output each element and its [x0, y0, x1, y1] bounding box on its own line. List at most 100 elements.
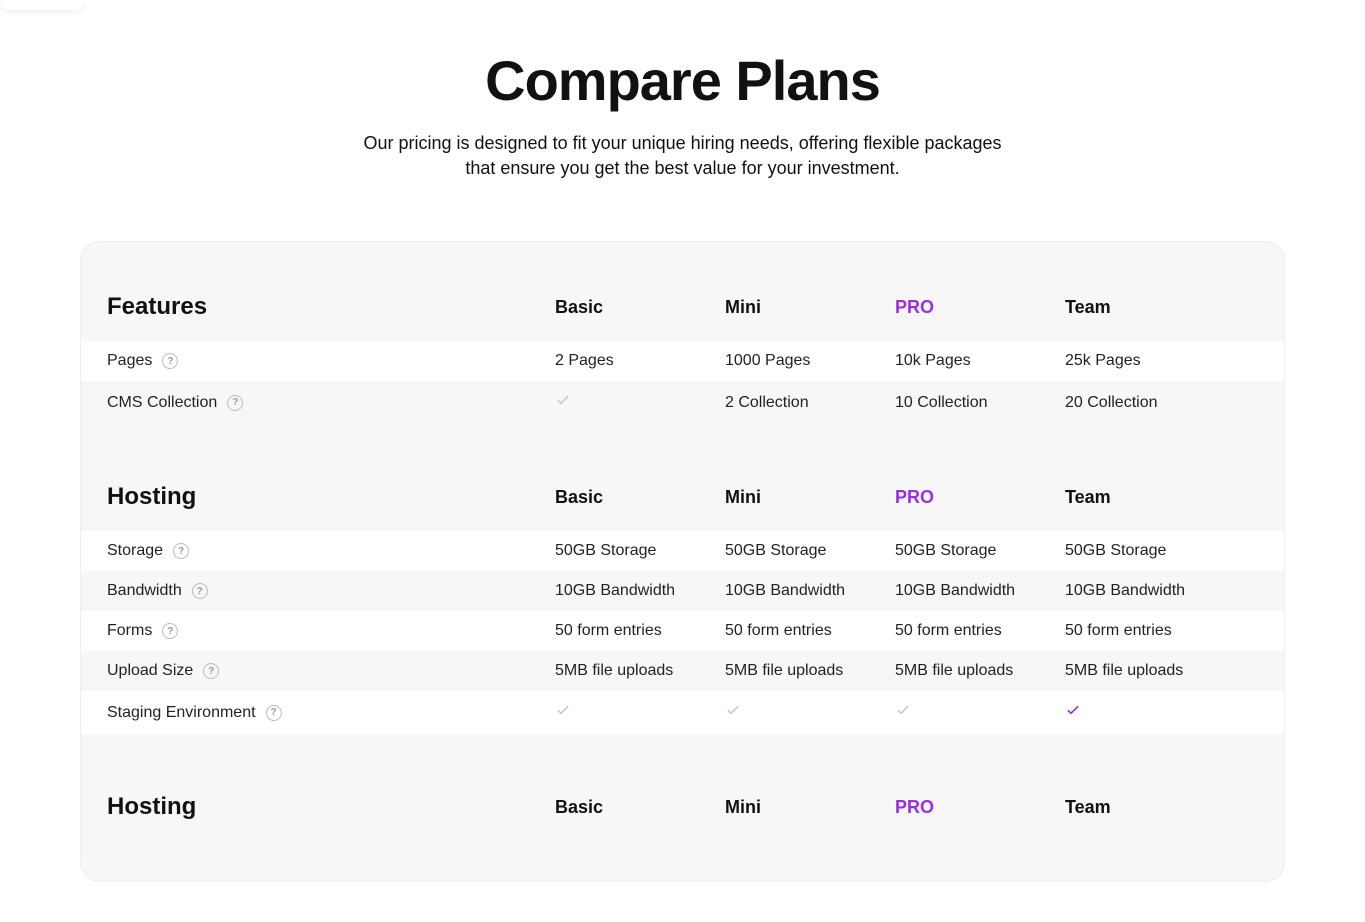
feature-row: Storage?50GB Storage50GB Storage50GB Sto…	[81, 531, 1284, 571]
feature-cell: 50GB Storage	[555, 542, 725, 560]
help-icon[interactable]: ?	[227, 395, 243, 411]
feature-cell: 25k Pages	[1065, 352, 1235, 370]
plan-header: PRO	[895, 797, 1065, 818]
feature-cell: 10GB Bandwidth	[555, 582, 725, 600]
feature-row: Staging Environment?	[81, 691, 1284, 734]
feature-cell: 10k Pages	[895, 352, 1065, 370]
feature-cell: 1000 Pages	[725, 352, 895, 370]
check-icon	[725, 702, 741, 718]
feature-cell: 50GB Storage	[1065, 542, 1235, 560]
cell-value: 50GB Storage	[1065, 542, 1166, 559]
feature-cell: 2 Collection	[725, 394, 895, 412]
feature-cell: 50 form entries	[725, 622, 895, 640]
feature-cell: 10GB Bandwidth	[1065, 582, 1235, 600]
feature-cell	[1065, 702, 1235, 723]
cell-value: 50GB Storage	[895, 542, 996, 559]
plan-header: Mini	[725, 797, 895, 818]
feature-cell	[555, 702, 725, 723]
feature-cell: 10GB Bandwidth	[725, 582, 895, 600]
feature-label: Bandwidth?	[95, 582, 555, 600]
help-icon[interactable]: ?	[162, 353, 178, 369]
cell-value: 5MB file uploads	[555, 662, 673, 679]
cell-value: 2 Pages	[555, 352, 614, 369]
plan-header: PRO	[895, 487, 1065, 508]
page-header: Compare Plans Our pricing is designed to…	[0, 0, 1365, 241]
feature-cell	[895, 702, 1065, 723]
plan-header: Mini	[725, 297, 895, 318]
cell-value: 50GB Storage	[725, 542, 826, 559]
feature-cell: 50GB Storage	[895, 542, 1065, 560]
help-icon[interactable]: ?	[173, 543, 189, 559]
feature-cell: 5MB file uploads	[555, 662, 725, 680]
feature-cell	[555, 392, 725, 413]
cell-value: 10GB Bandwidth	[895, 582, 1015, 599]
floating-badge	[0, 0, 84, 10]
plan-header: Basic	[555, 487, 725, 508]
plan-header: Basic	[555, 797, 725, 818]
plan-header: Team	[1065, 297, 1235, 318]
help-icon[interactable]: ?	[162, 623, 178, 639]
help-icon[interactable]: ?	[192, 583, 208, 599]
help-icon[interactable]: ?	[203, 663, 219, 679]
section-title: Hosting	[95, 793, 555, 821]
cell-value: 5MB file uploads	[1065, 662, 1183, 679]
feature-cell	[725, 702, 895, 723]
cell-value: 10GB Bandwidth	[555, 582, 675, 599]
cell-value: 50 form entries	[725, 622, 832, 639]
plan-header: PRO	[895, 297, 1065, 318]
feature-label: Upload Size?	[95, 662, 555, 680]
feature-label: Forms?	[95, 622, 555, 640]
cell-value: 10 Collection	[895, 394, 988, 411]
feature-cell: 5MB file uploads	[725, 662, 895, 680]
page-title: Compare Plans	[20, 48, 1345, 113]
cell-value: 50 form entries	[895, 622, 1002, 639]
cell-value: 2 Collection	[725, 394, 809, 411]
section-title: Features	[95, 293, 555, 321]
feature-row: Bandwidth?10GB Bandwidth10GB Bandwidth10…	[81, 571, 1284, 611]
feature-cell: 20 Collection	[1065, 394, 1235, 412]
page-subtitle: Our pricing is designed to fit your uniq…	[353, 131, 1013, 181]
check-icon	[895, 702, 911, 718]
feature-label: Storage?	[95, 542, 555, 560]
feature-cell: 2 Pages	[555, 352, 725, 370]
check-icon	[555, 392, 571, 408]
section: HostingBasicMiniPROTeamStorage?50GB Stor…	[81, 472, 1284, 734]
check-icon	[555, 702, 571, 718]
feature-label: CMS Collection?	[95, 394, 555, 412]
section-header-row: HostingBasicMiniPROTeam	[81, 782, 1284, 841]
feature-cell: 50 form entries	[895, 622, 1065, 640]
cell-value: 5MB file uploads	[725, 662, 843, 679]
feature-cell: 5MB file uploads	[895, 662, 1065, 680]
feature-cell: 10 Collection	[895, 394, 1065, 412]
feature-cell: 50 form entries	[1065, 622, 1235, 640]
plan-header: Basic	[555, 297, 725, 318]
section: HostingBasicMiniPROTeam	[81, 782, 1284, 841]
section-header-row: HostingBasicMiniPROTeam	[81, 472, 1284, 531]
comparison-card: FeaturesBasicMiniPROTeamPages?2 Pages100…	[80, 241, 1285, 882]
feature-cell: 50 form entries	[555, 622, 725, 640]
feature-cell: 10GB Bandwidth	[895, 582, 1065, 600]
feature-cell: 5MB file uploads	[1065, 662, 1235, 680]
plan-header: Team	[1065, 487, 1235, 508]
cell-value: 10k Pages	[895, 352, 971, 369]
feature-row: Pages?2 Pages 1000 Pages 10k Pages 25k Page…	[81, 341, 1284, 381]
feature-label: Staging Environment?	[95, 704, 555, 722]
section-header-row: FeaturesBasicMiniPROTeam	[81, 282, 1284, 341]
help-icon[interactable]: ?	[266, 705, 282, 721]
feature-row: CMS Collection? 2 Collection 10 Collection…	[81, 381, 1284, 424]
plan-header: Team	[1065, 797, 1235, 818]
feature-cell: 50GB Storage	[725, 542, 895, 560]
feature-row: Upload Size?5MB file uploads5MB file upl…	[81, 651, 1284, 691]
cell-value: 10GB Bandwidth	[1065, 582, 1185, 599]
cell-value: 1000 Pages	[725, 352, 810, 369]
check-icon	[1065, 702, 1081, 718]
cell-value: 10GB Bandwidth	[725, 582, 845, 599]
cell-value: 5MB file uploads	[895, 662, 1013, 679]
section-title: Hosting	[95, 483, 555, 511]
cell-value: 50 form entries	[1065, 622, 1172, 639]
feature-label: Pages?	[95, 352, 555, 370]
cell-value: 25k Pages	[1065, 352, 1141, 369]
plan-header: Mini	[725, 487, 895, 508]
cell-value: 50 form entries	[555, 622, 662, 639]
cell-value: 20 Collection	[1065, 394, 1158, 411]
